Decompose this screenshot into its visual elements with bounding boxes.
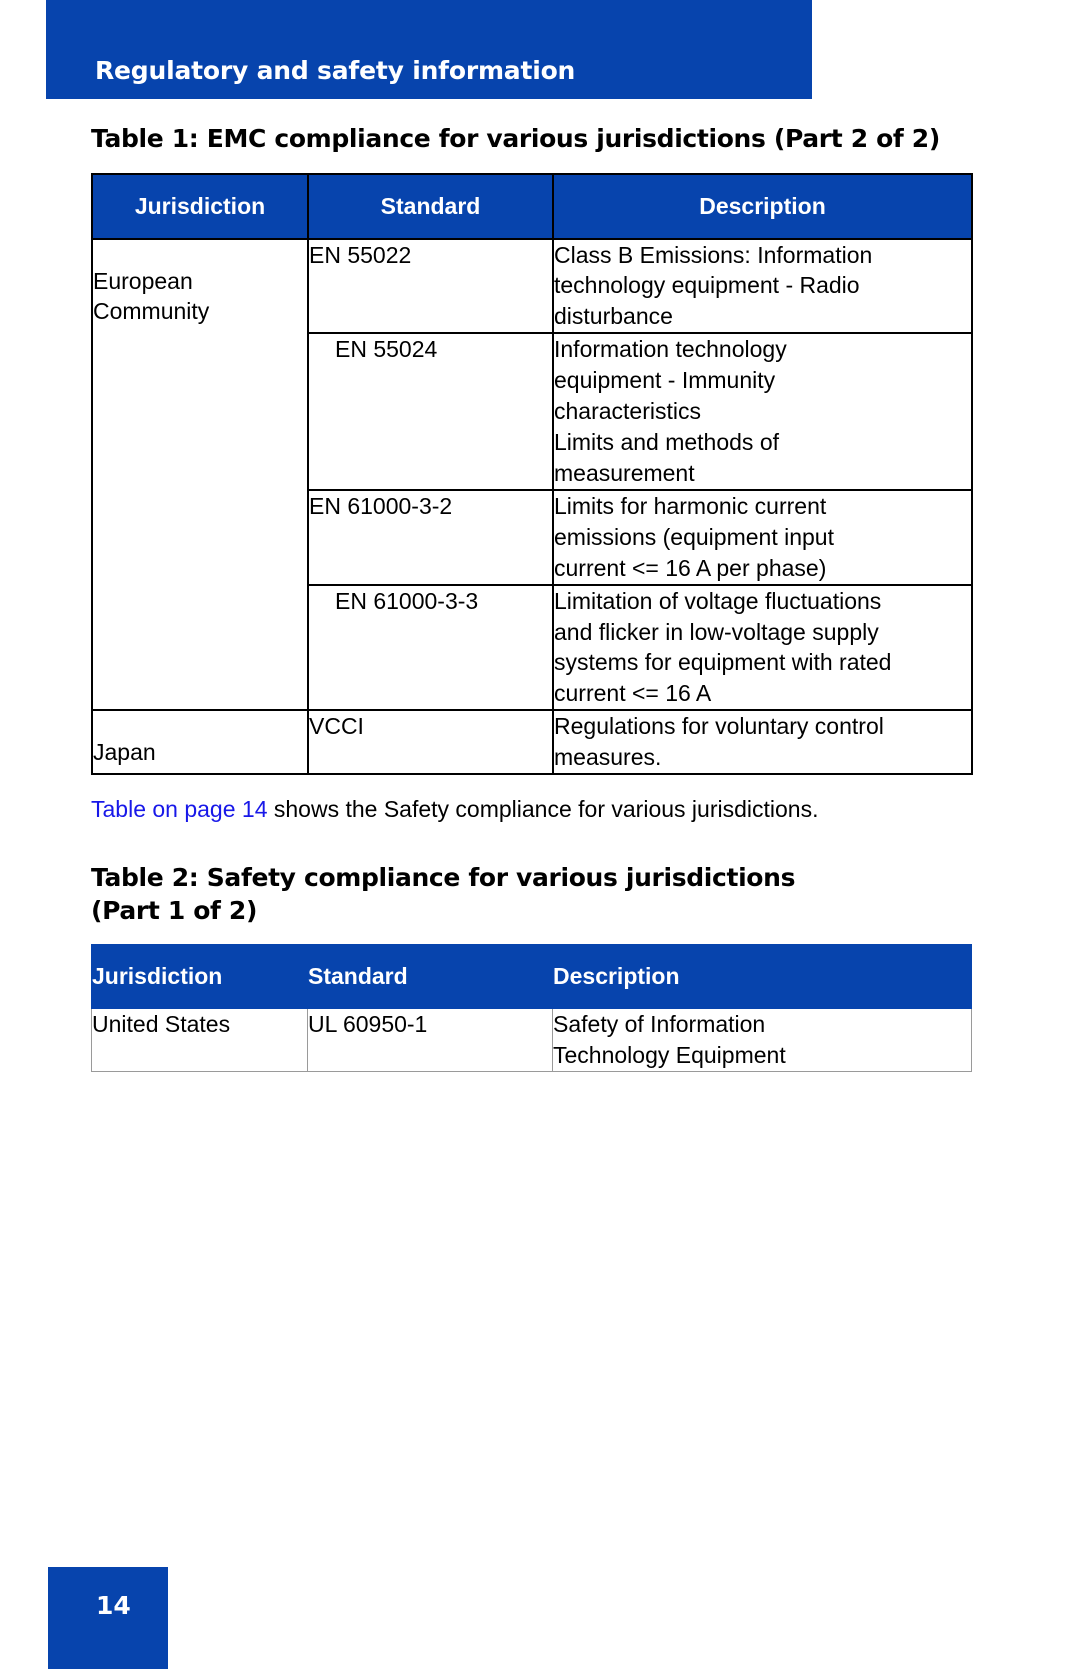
table1-header-row: Jurisdiction Standard Description <box>91 172 973 240</box>
table1-cell-jurisdiction: Japan <box>91 709 309 776</box>
page-header-banner: Regulatory and safety information <box>46 0 812 99</box>
table1-col-header-jurisdiction: Jurisdiction <box>91 172 309 240</box>
table1-cell-description: Information technology equipment - Immuni… <box>552 332 973 491</box>
table2-header-row: Jurisdiction Standard Description <box>91 944 972 1010</box>
table2-col-header-jurisdiction: Jurisdiction <box>91 944 308 1010</box>
table2-cell-standard: UL 60950-1 <box>307 1008 553 1073</box>
table1-cell-jurisdiction: European Community <box>91 237 309 712</box>
cross-reference-paragraph: Table on page 14 shows the Safety compli… <box>91 794 971 825</box>
table2-cell-description: Safety of Information Technology Equipmen… <box>552 1008 972 1073</box>
table1-caption: Table 1: EMC compliance for various juri… <box>91 124 940 153</box>
table-row: Japan VCCI Regulations for voluntary con… <box>91 709 973 776</box>
table1-col-header-description: Description <box>552 172 973 240</box>
cross-reference-text: shows the Safety compliance for various … <box>267 796 819 823</box>
table1-cell-standard: EN 55024 <box>307 332 554 491</box>
emc-compliance-table: Jurisdiction Standard Description Europe… <box>91 172 973 776</box>
page-number: 14 <box>96 1591 131 1620</box>
table1-cell-standard: EN 61000-3-3 <box>307 583 554 712</box>
table2-caption-line2: (Part 1 of 2) <box>91 895 258 925</box>
table1-col-header-standard: Standard <box>307 172 554 240</box>
table2-col-header-description: Description <box>552 944 972 1010</box>
table1-cell-description: Regulations for voluntary control measure… <box>552 709 973 776</box>
table2-caption: Table 2: Safety compliance for various j… <box>91 862 891 927</box>
table2-caption-line1: Table 2: Safety compliance for various j… <box>91 863 796 893</box>
safety-compliance-table: Jurisdiction Standard Description United… <box>91 944 972 1073</box>
table1-cell-standard: EN 61000-3-2 <box>307 488 554 586</box>
table1-cell-description: Limitation of voltage fluctuations and fl… <box>552 583 973 712</box>
table2-col-header-standard: Standard <box>307 944 553 1010</box>
table1-cell-standard: EN 55022 <box>307 237 554 335</box>
table-row: United States UL 60950-1 Safety of Infor… <box>91 1008 972 1073</box>
table1-cell-description: Class B Emissions: Information technology… <box>552 237 973 335</box>
table-xref-link[interactable]: Table on page 14 <box>91 796 268 822</box>
table2-cell-jurisdiction: United States <box>91 1008 308 1073</box>
page-header-title: Regulatory and safety information <box>95 56 576 85</box>
page-content: Table 1: EMC compliance for various juri… <box>91 123 973 1073</box>
table1-cell-description: Limits for harmonic current emissions (eq… <box>552 488 973 586</box>
table1-cell-standard: VCCI <box>307 709 554 776</box>
footer-page-box: 14 <box>48 1567 168 1669</box>
table-row: European Community EN 55022 Class B Emiss… <box>91 237 973 712</box>
